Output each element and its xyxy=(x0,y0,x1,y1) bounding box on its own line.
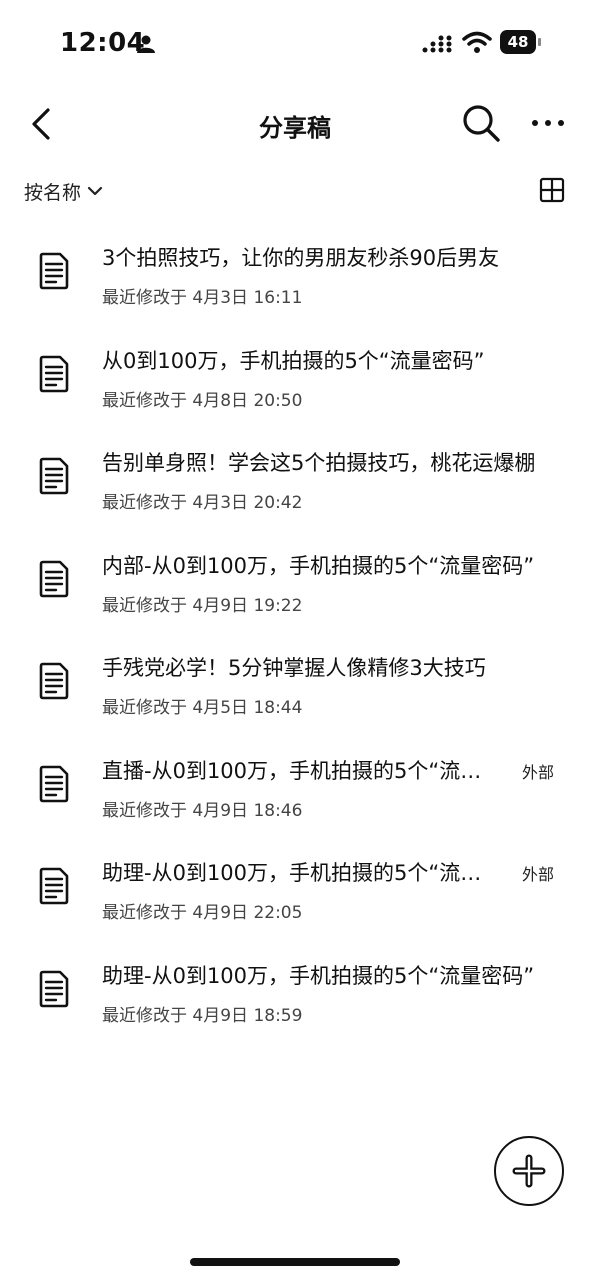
list-item[interactable]: 直播-从0到100万，手机拍摄的5个“流量密码” 外部 最近修改于 4月9日 1… xyxy=(0,741,590,844)
document-title: 3个拍照技巧，让你的男朋友秒杀90后男友 xyxy=(102,246,500,270)
nav-bar: 分享稿 xyxy=(0,90,590,160)
document-icon xyxy=(39,867,69,905)
status-time: 12:04 xyxy=(60,28,146,58)
document-modified: 最近修改于 4月5日 18:44 xyxy=(102,698,303,718)
document-modified: 最近修改于 4月8日 20:50 xyxy=(102,390,303,411)
document-icon xyxy=(39,355,69,392)
document-title: 直播-从0到100万，手机拍摄的5个“流量密码” xyxy=(102,758,494,783)
battery-icon: 48 xyxy=(500,30,542,54)
document-icon xyxy=(39,457,69,495)
document-icon xyxy=(39,970,69,1007)
list-item[interactable]: 内部-从0到100万，手机拍摄的5个“流量密码” 最近修改于 4月9日 19:2… xyxy=(0,536,590,639)
sort-label: 按名称 xyxy=(24,181,82,204)
document-modified: 最近修改于 4月9日 19:22 xyxy=(102,595,303,616)
document-modified: 最近修改于 4月3日 20:42 xyxy=(102,493,303,513)
external-badge: 外部 xyxy=(522,865,555,884)
search-icon[interactable] xyxy=(460,102,502,144)
document-title: 助理-从0到100万，手机拍摄的5个“流量密码” xyxy=(102,861,494,885)
add-document-button[interactable] xyxy=(494,1136,564,1206)
plus-icon xyxy=(512,1154,546,1188)
list-item[interactable]: 告别单身照！学会这5个拍摄技巧，桃花运爆棚 最近修改于 4月3日 20:42 xyxy=(0,433,590,536)
grid-view-icon[interactable] xyxy=(538,176,566,204)
document-icon xyxy=(39,765,69,802)
document-title: 内部-从0到100万，手机拍摄的5个“流量密码” xyxy=(102,553,535,578)
external-badge: 外部 xyxy=(522,762,555,782)
home-indicator[interactable] xyxy=(190,1258,400,1266)
more-icon[interactable] xyxy=(528,108,568,138)
document-icon xyxy=(39,560,69,597)
person-icon xyxy=(137,35,155,53)
wifi-icon xyxy=(462,31,492,53)
sort-row: 按名称 xyxy=(0,170,590,210)
list-item[interactable]: 3个拍照技巧，让你的男朋友秒杀90后男友 最近修改于 4月3日 16:11 xyxy=(0,228,590,331)
status-bar: 12:04 48 xyxy=(0,0,590,90)
chevron-down-icon xyxy=(87,186,103,196)
document-list: 3个拍照技巧，让你的男朋友秒杀90后男友 最近修改于 4月3日 16:11 从0… xyxy=(0,228,590,1048)
document-title: 助理-从0到100万，手机拍摄的5个“流量密码” xyxy=(102,963,535,988)
document-title: 从0到100万，手机拍摄的5个“流量密码” xyxy=(102,348,485,373)
list-item[interactable]: 助理-从0到100万，手机拍摄的5个“流量密码” 最近修改于 4月9日 18:5… xyxy=(0,946,590,1049)
document-modified: 最近修改于 4月9日 18:46 xyxy=(102,800,303,821)
signal-icon xyxy=(422,35,452,53)
list-item[interactable]: 助理-从0到100万，手机拍摄的5个“流量密码” 外部 最近修改于 4月9日 2… xyxy=(0,843,590,946)
document-modified: 最近修改于 4月9日 18:59 xyxy=(102,1005,303,1026)
document-icon xyxy=(39,252,69,290)
list-item[interactable]: 手残党必学！5分钟掌握人像精修3大技巧 最近修改于 4月5日 18:44 xyxy=(0,638,590,741)
document-title: 告别单身照！学会这5个拍摄技巧，桃花运爆棚 xyxy=(102,451,536,475)
document-icon xyxy=(39,662,69,700)
document-title: 手残党必学！5分钟掌握人像精修3大技巧 xyxy=(102,656,486,680)
document-modified: 最近修改于 4月3日 16:11 xyxy=(102,288,303,308)
sort-dropdown[interactable]: 按名称 xyxy=(24,174,103,208)
battery-level: 48 xyxy=(500,30,536,54)
document-modified: 最近修改于 4月9日 22:05 xyxy=(102,903,303,923)
list-item[interactable]: 从0到100万，手机拍摄的5个“流量密码” 最近修改于 4月8日 20:50 xyxy=(0,331,590,434)
